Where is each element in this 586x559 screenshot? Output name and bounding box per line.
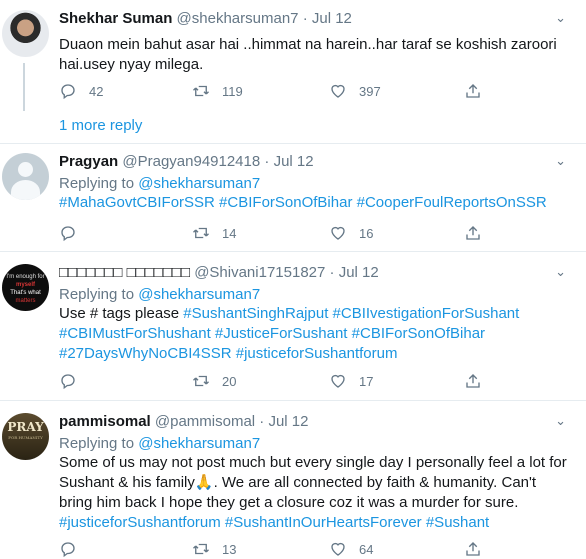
divider [0,400,586,401]
avatar[interactable]: PRAY FOR HUMANITY [2,413,49,460]
author-handle[interactable]: @Pragyan94912418 [122,153,260,170]
divider [0,143,586,144]
like-button[interactable]: 64 [329,540,373,558]
replying-to: Replying to @shekharsuman7 [59,175,261,192]
author-handle[interactable]: @pammisomal [155,413,255,430]
reply-icon [61,84,75,100]
replying-to: Replying to @shekharsuman7 [59,435,261,452]
reply-count: 42 [89,83,104,99]
chevron-down-icon[interactable]: ⌄ [555,10,566,26]
author-name[interactable]: Shekhar Suman [59,10,172,27]
hashtag-link[interactable]: #justiceforSushantforum #SushantInOurHea… [59,513,567,533]
tweet-actions: 20 17 [59,372,499,392]
tweet-header: □□□□□□□ □□□□□□□ @Shivani17151827 · Jul 1… [59,264,379,281]
like-button[interactable]: 16 [329,224,373,242]
like-count: 397 [359,83,381,99]
retweet-button[interactable]: 119 [192,82,243,100]
share-button[interactable] [464,224,494,242]
author-handle[interactable]: @shekharsuman7 [177,10,299,27]
hashtag-link[interactable]: #CBIMustForShushant #JusticeForSushant #… [59,324,519,344]
tweet-actions: 13 64 [59,540,499,559]
tweet-actions: 42 119 397 [59,82,499,102]
tweet-date[interactable]: Jul 12 [339,264,379,281]
avatar[interactable] [2,10,49,57]
like-button[interactable]: 397 [329,82,381,100]
share-icon [466,542,480,556]
reply-button[interactable] [59,372,89,390]
tweet-header: Shekhar Suman @shekharsuman7 · Jul 12 [59,10,352,27]
tweet-pammisomal[interactable]: PRAY FOR HUMANITY pammisomal @pammisomal… [0,413,586,559]
heart-icon [331,226,345,240]
replying-to: Replying to @shekharsuman7 [59,286,261,303]
retweet-icon [193,227,209,239]
tweet-actions: 14 16 [59,224,499,244]
tweet-shivani[interactable]: I'm enough for myself That's what matter… [0,264,586,394]
separator-dot: · [329,264,335,281]
hashtag-link[interactable]: #27DaysWhyNoCBI4SSR #justiceforSushantfo… [59,344,519,364]
retweet-button[interactable]: 14 [192,224,236,242]
tweet-header: Pragyan @Pragyan94912418 · Jul 12 [59,153,314,170]
like-button[interactable]: 17 [329,372,373,390]
author-name[interactable]: pammisomal [59,413,151,430]
divider [0,251,586,252]
tweet-text: Duaon mein bahut asar hai ..himmat na ha… [59,36,557,73]
share-button[interactable] [464,540,494,558]
default-avatar-icon[interactable] [2,153,49,200]
tweet-text: Use # tags please #SushantSinghRajput #C… [59,305,520,364]
retweet-count: 13 [222,541,237,557]
like-count: 16 [359,225,374,241]
tweet-date[interactable]: Jul 12 [312,10,352,27]
share-icon [466,84,480,98]
thread-line [23,63,25,111]
tweet-pragyan[interactable]: Pragyan @Pragyan94912418 · Jul 12 ⌄ Repl… [0,153,586,243]
heart-icon [331,84,345,98]
more-reply-link[interactable]: 1 more reply [59,117,142,134]
retweet-icon [193,85,209,97]
mention-link[interactable]: @shekharsuman7 [138,175,260,192]
chevron-down-icon[interactable]: ⌄ [555,153,566,169]
mention-link[interactable]: @shekharsuman7 [138,435,260,452]
heart-icon [331,374,345,388]
mention-link[interactable]: @shekharsuman7 [138,286,260,303]
author-name[interactable]: Pragyan [59,153,118,170]
author-name[interactable]: □□□□□□□ □□□□□□□ [59,264,190,281]
like-count: 64 [359,541,374,557]
retweet-icon [193,375,209,387]
separator-dot: · [259,413,265,430]
tweet-header: pammisomal @pammisomal · Jul 12 [59,413,309,430]
like-count: 17 [359,373,374,389]
chevron-down-icon[interactable]: ⌄ [555,413,566,429]
reply-button[interactable]: 42 [59,82,103,100]
tweet-text: Some of us may not post much but every s… [59,454,567,533]
tweet-date[interactable]: Jul 12 [268,413,308,430]
retweet-icon [193,543,209,555]
separator-dot: · [264,153,270,170]
retweet-button[interactable]: 13 [192,540,236,558]
retweet-count: 14 [222,225,237,241]
tweet-date[interactable]: Jul 12 [274,153,314,170]
share-button[interactable] [464,372,494,390]
chevron-down-icon[interactable]: ⌄ [555,264,566,280]
hashtag-link[interactable]: #SushantSinghRajput #CBIIvestigationForS… [183,305,519,322]
tweet-hashtags[interactable]: #MahaGovtCBIForSSR #CBIForSonOfBihar #Co… [59,193,547,213]
share-icon [466,374,480,388]
reply-button[interactable] [59,224,89,242]
share-button[interactable] [464,82,494,100]
heart-icon [331,542,345,556]
reply-icon [61,226,75,242]
retweet-button[interactable]: 20 [192,372,236,390]
separator-dot: · [302,10,308,27]
reply-button[interactable] [59,540,89,558]
avatar[interactable]: I'm enough for myself That's what matter… [2,264,49,311]
reply-icon [61,374,75,390]
retweet-count: 119 [222,83,243,99]
reply-icon [61,542,75,558]
tweet-shekhar[interactable]: Shekhar Suman @shekharsuman7 · Jul 12 ⌄ … [0,10,586,140]
author-handle[interactable]: @Shivani17151827 [194,264,325,281]
retweet-count: 20 [222,373,237,389]
share-icon [466,226,480,240]
